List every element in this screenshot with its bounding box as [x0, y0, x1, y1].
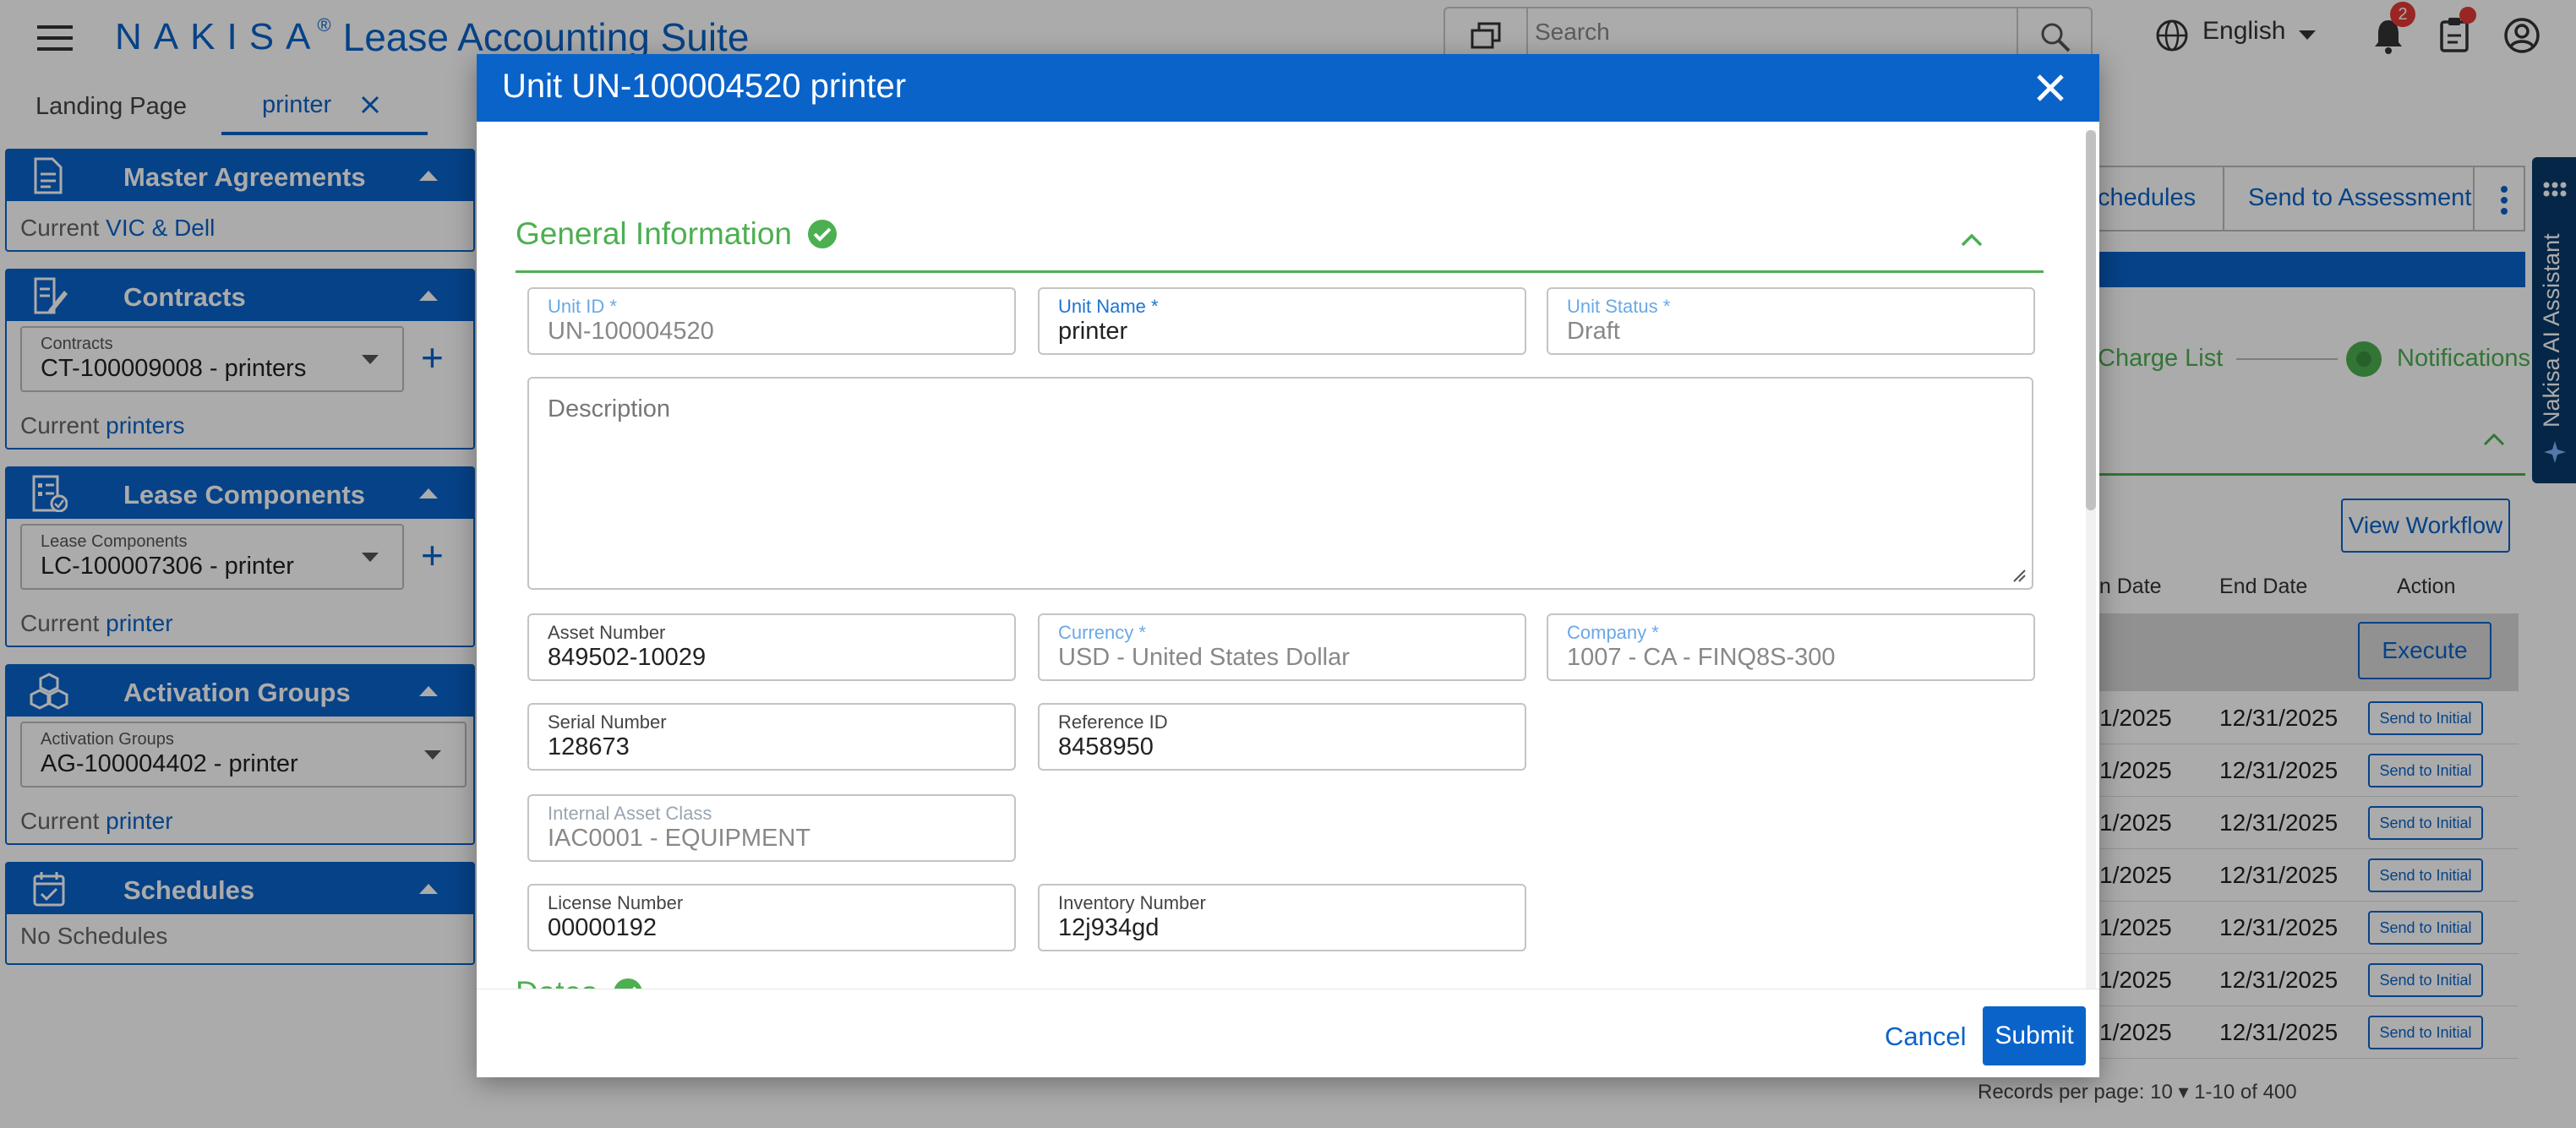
section-divider: [516, 270, 2044, 273]
currency-field[interactable]: Currency * USD - United States Dollar: [1038, 613, 1526, 681]
company-field[interactable]: Company * 1007 - CA - FINQ8S-300: [1547, 613, 2035, 681]
license-number-field[interactable]: License Number 00000192: [527, 884, 1016, 951]
unit-status-field[interactable]: Unit Status * Draft: [1547, 287, 2035, 355]
field-label: Company *: [1567, 622, 1659, 643]
field-value: IAC0001 - EQUIPMENT: [548, 825, 811, 852]
unit-dialog: Unit UN-100004520 printer General Inform…: [477, 54, 2099, 1077]
field-label: Reference ID: [1058, 711, 1168, 733]
section-title: General Information: [516, 216, 793, 251]
unit-id-field[interactable]: Unit ID * UN-100004520: [527, 287, 1016, 355]
check-circle-icon: [808, 220, 838, 248]
dialog-title: Unit UN-100004520 printer: [502, 68, 907, 105]
close-icon[interactable]: [2033, 71, 2067, 105]
field-value: 849502-10029: [548, 644, 707, 671]
field-label: Unit Name *: [1058, 296, 1159, 317]
field-value: 1007 - CA - FINQ8S-300: [1567, 644, 1836, 671]
dialog-scrollbar[interactable]: [2086, 130, 2096, 1043]
field-value: 8458950: [1058, 733, 1154, 760]
serial-number-field[interactable]: Serial Number 128673: [527, 703, 1016, 771]
general-information-header[interactable]: General Information: [516, 216, 838, 252]
field-label: Currency *: [1058, 622, 1146, 643]
field-value: 128673: [548, 733, 630, 760]
field-label: License Number: [548, 892, 684, 913]
field-label: Unit Status *: [1567, 296, 1671, 317]
resize-handle-icon[interactable]: [2011, 568, 2027, 583]
field-label: Asset Number: [548, 622, 666, 643]
description-placeholder: Description: [548, 395, 671, 422]
internal-asset-class-field[interactable]: Internal Asset Class IAC0001 - EQUIPMENT: [527, 794, 1016, 862]
field-value: Draft: [1567, 318, 1620, 345]
dialog-footer: Cancel Submit: [477, 989, 2099, 1077]
description-textarea[interactable]: Description: [527, 377, 2033, 590]
cancel-button[interactable]: Cancel: [1885, 1022, 1967, 1052]
field-label: Inventory Number: [1058, 892, 1206, 913]
asset-number-field[interactable]: Asset Number 849502-10029: [527, 613, 1016, 681]
unit-name-field[interactable]: Unit Name * printer: [1038, 287, 1526, 355]
field-value: printer: [1058, 318, 1128, 345]
field-label: Unit ID *: [548, 296, 617, 317]
field-value: 00000192: [548, 914, 658, 941]
field-label: Serial Number: [548, 711, 667, 733]
field-value: USD - United States Dollar: [1058, 644, 1350, 671]
field-value: 12j934gd: [1058, 914, 1160, 941]
collapse-chevron-up-icon[interactable]: [1959, 232, 1984, 248]
dialog-header: Unit UN-100004520 printer: [477, 54, 2099, 122]
submit-button[interactable]: Submit: [1983, 1006, 2086, 1065]
field-value: UN-100004520: [548, 318, 714, 345]
dialog-body: General Information Unit ID * UN-1000045…: [477, 122, 2086, 1043]
inventory-number-field[interactable]: Inventory Number 12j934gd: [1038, 884, 1526, 951]
scrollbar-thumb[interactable]: [2086, 130, 2096, 510]
reference-id-field[interactable]: Reference ID 8458950: [1038, 703, 1526, 771]
field-label: Internal Asset Class: [548, 803, 712, 824]
